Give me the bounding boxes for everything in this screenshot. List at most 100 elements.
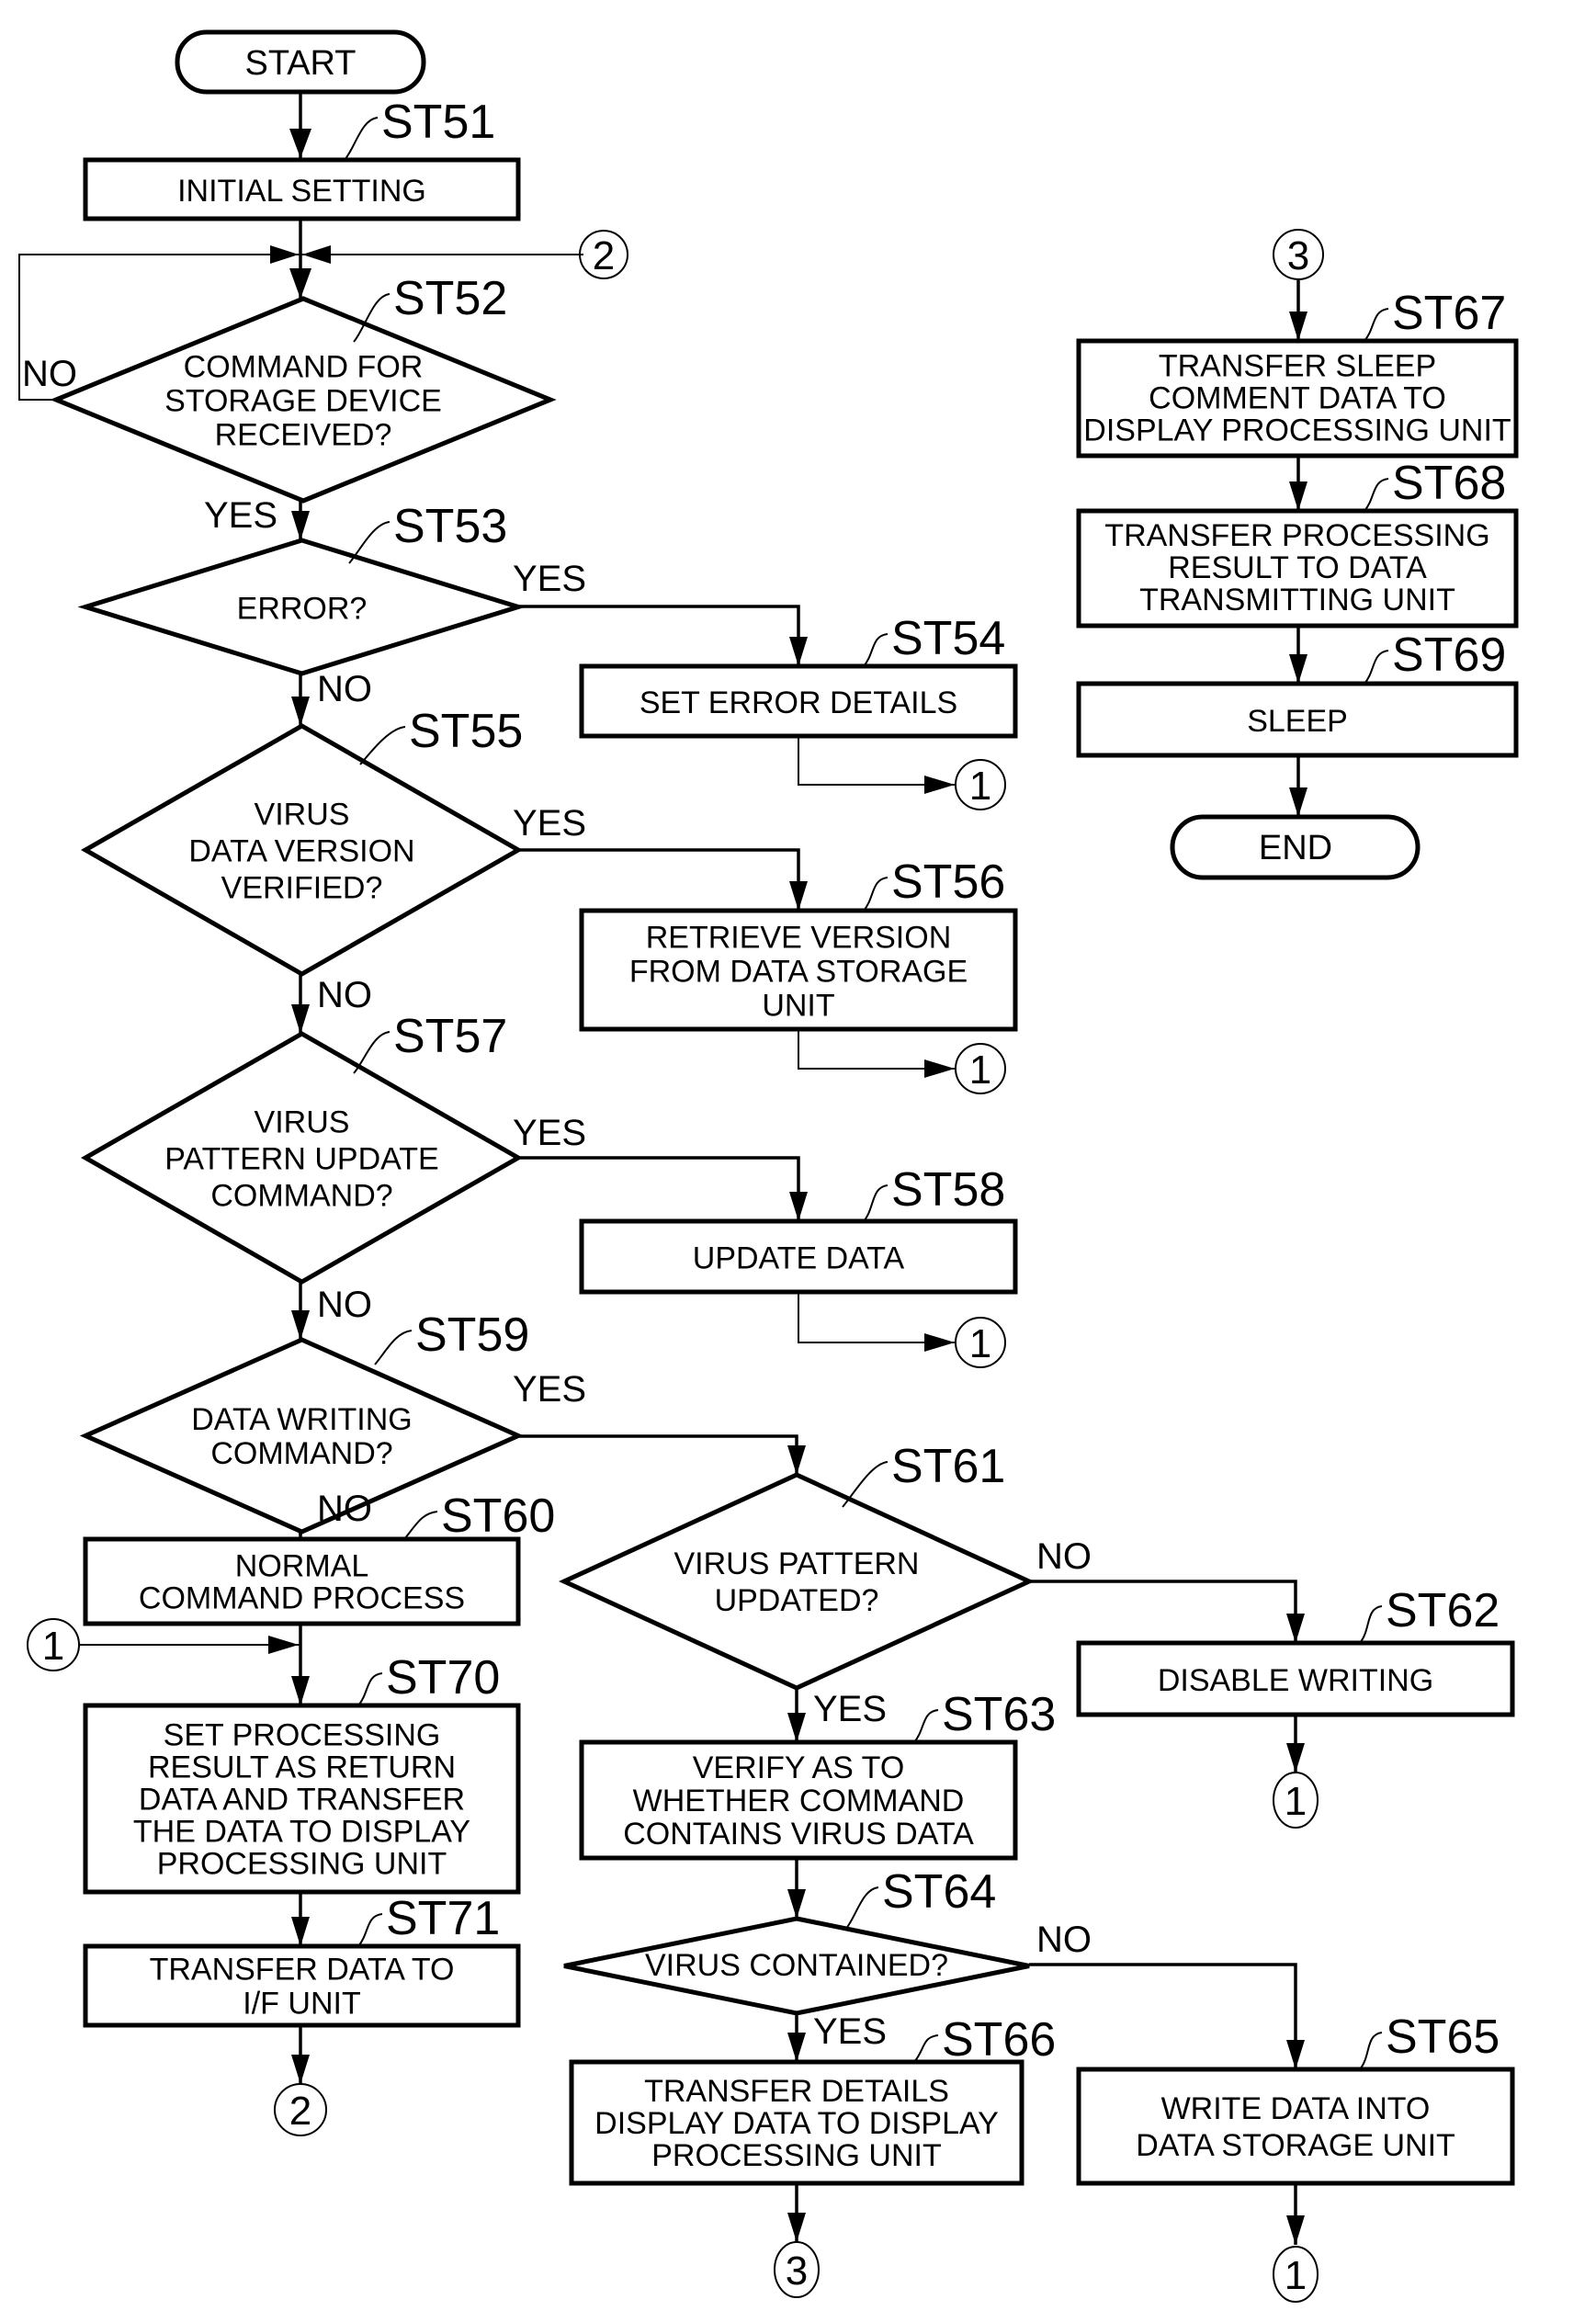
step-text-line: RESULT AS RETURN [148,1750,456,1785]
step-id-label: ST70 [386,1651,500,1705]
step-text-line: DISPLAY PROCESSING UNIT [1083,413,1511,447]
step-leader-line [1364,308,1389,342]
step-text-line: DATA STORAGE UNIT [1136,2128,1455,2163]
step-id-label: ST60 [441,1489,555,1543]
terminal-end-label: END [1259,829,1332,867]
step-text-line: INITIAL SETTING [177,174,426,209]
connector-1-label: 1 [969,1321,991,1366]
decision-st52: COMMAND FORSTORAGE DEVICERECEIVED? ST52 [50,272,557,504]
connector-2-label: 2 [593,233,615,278]
step-leader-line [844,1886,879,1931]
st53-yes-label: YES [513,559,586,599]
step-text-line: COMMAND? [210,1436,392,1471]
st55-no-label: NO [317,975,372,1015]
step-text-line: DATA AND TRANSFER [139,1783,465,1818]
step-leader-line [357,1913,383,1947]
decision-st55: VIRUSDATA VERSIONVERIFIED? ST55 [80,705,523,977]
connector-3-label: 3 [1287,233,1309,278]
step-id-label: ST71 [386,1892,500,1945]
step-text-line: SET ERROR DETAILS [640,685,957,720]
connector-3-label: 3 [786,2248,808,2294]
step-id-label: ST68 [1392,457,1506,510]
st61-no-label: NO [1036,1536,1092,1577]
st57-yes-label: YES [513,1113,586,1153]
connector-1-label: 1 [1285,2253,1307,2298]
step-text-line: COMMAND FOR [184,350,424,385]
flowchart: START END INITIAL SETTING ST51 COMMAND FOR… [18,29,1519,2303]
decision-st57: VIRUSPATTERN UPDATECOMMAND? ST57 [80,1010,524,1285]
step-id-label: ST53 [393,500,507,553]
step-id-label: ST63 [942,1688,1056,1741]
step-leader-line [913,1709,939,1743]
step-leader-line [863,1184,889,1222]
step-text-line: UNIT [762,988,834,1023]
step-text-line: VIRUS CONTAINED? [645,1948,948,1983]
connector-1-label: 1 [42,1624,64,1669]
step-leader-line [913,2034,939,2063]
step-id-label: ST64 [882,1865,996,1919]
st64-no-label: NO [1036,1920,1092,1960]
step-text-line: UPDATE DATA [693,1240,905,1275]
terminal-start-label: START [244,44,356,83]
step-text-line: I/F UNIT [243,1987,360,2022]
step-text-line: COMMAND? [210,1179,392,1214]
step-text-line: FROM DATA STORAGE [629,954,968,989]
terminal-start: START [175,29,426,95]
step-leader-line [357,1672,383,1706]
connector-1-st65: 1 [1273,2246,1319,2303]
connector-2-label: 2 [289,2089,311,2134]
step-text-line: PROCESSING UNIT [157,1847,447,1882]
step-id-label: ST66 [942,2013,1056,2067]
step-id-label: ST55 [409,705,523,758]
connector-1-merge: 1 [27,1618,80,1671]
step-text-line: VERIFY AS TO [693,1750,905,1785]
step-text-line: RETRIEVE VERSION [646,920,952,955]
step-text-line: PATTERN UPDATE [164,1142,438,1177]
connector-2-top: 2 [579,230,628,279]
step-id-label: ST57 [393,1010,507,1063]
step-text-line: TRANSMITTING UNIT [1139,583,1455,617]
st52-yes-label: YES [204,495,277,536]
connector-1-st62: 1 [1273,1772,1319,1829]
step-text-line: VERIFIED? [221,871,383,906]
step-leader-line [863,877,889,912]
step-text-line: COMMAND PROCESS [139,1581,465,1616]
st64-yes-label: YES [813,2011,887,2052]
step-leader-line [1359,1605,1383,1644]
step-text-line: STORAGE DEVICE [164,384,442,419]
step-leader-line [1364,478,1389,512]
step-text-line: SLEEP [1247,704,1348,739]
step-text-line: TRANSFER SLEEP [1159,348,1436,383]
step-text-line: DATA WRITING [191,1402,413,1437]
step-leader-line [344,117,379,161]
step-text-line: NORMAL [235,1549,368,1584]
step-text-line: RESULT TO DATA [1168,550,1427,585]
step-text-line: UPDATED? [715,1583,879,1618]
step-text-line: PROCESSING UNIT [651,2138,941,2173]
st59-yes-label: YES [513,1369,586,1410]
st57-no-label: NO [317,1285,372,1325]
step-leader-line [353,1031,391,1074]
connector-1-st56: 1 [955,1043,1006,1094]
step-text-line: DISPLAY DATA TO DISPLAY [594,2106,999,2141]
step-id-label: ST51 [381,96,495,149]
step-text-line: THE DATA TO DISPLAY [133,1815,470,1850]
connector-1-label: 1 [969,1048,991,1093]
connector-1-label: 1 [1285,1779,1307,1824]
step-text-line: DATA VERSION [188,834,414,869]
step-leader-line [1364,650,1389,685]
step-text-line: VIRUS [255,798,350,833]
decision-st61: VIRUS PATTERNUPDATED? ST61 [559,1440,1035,1691]
connector-1-label: 1 [969,764,991,809]
step-leader-line [374,1330,413,1365]
step-id-label: ST62 [1386,1584,1500,1637]
step-text-line: SET PROCESSING [164,1718,441,1753]
step-text-line: ERROR? [237,591,368,626]
step-id-label: ST54 [891,612,1005,665]
step-text-line: RECEIVED? [215,418,392,453]
connector-2-bottom: 2 [274,2083,327,2136]
step-text-line: CONTAINS VIRUS DATA [623,1817,974,1852]
st61-yes-label: YES [813,1689,887,1729]
step-text-line: DISABLE WRITING [1158,1663,1433,1698]
step-id-label: ST67 [1392,287,1506,340]
